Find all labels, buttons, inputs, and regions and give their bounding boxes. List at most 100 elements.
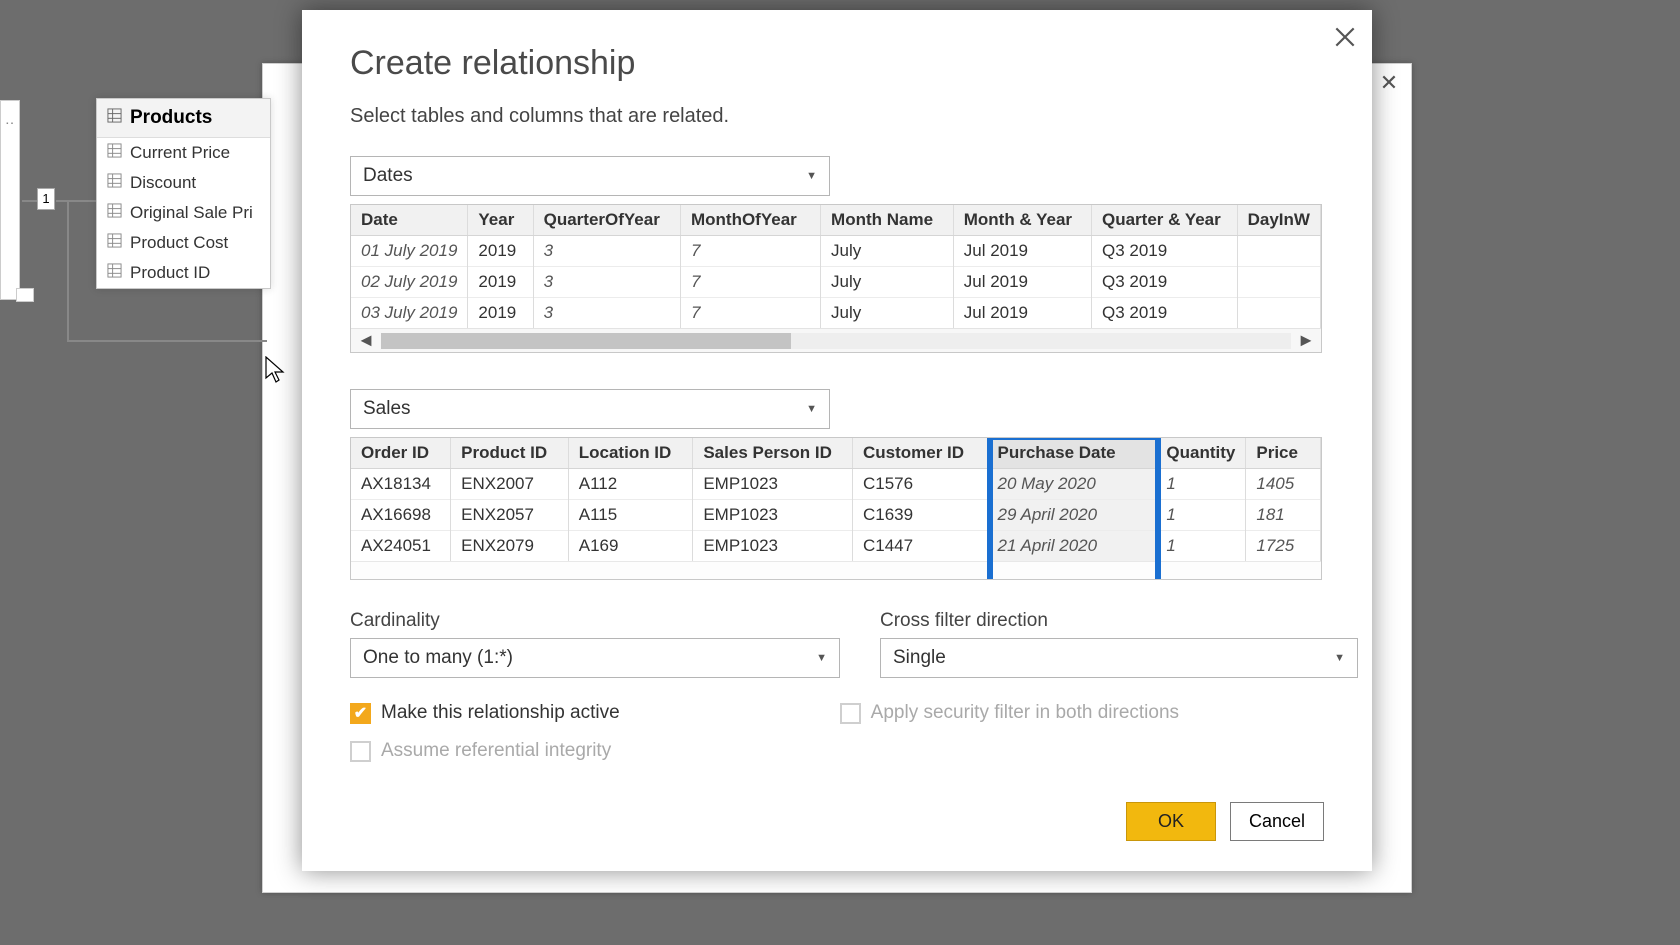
ok-button[interactable]: OK <box>1126 802 1216 841</box>
first-table-dropdown[interactable]: Dates ▼ <box>350 156 830 196</box>
dates-header[interactable]: Date <box>351 205 468 236</box>
field-row[interactable]: Product Cost <box>97 228 270 258</box>
sales-header-purchase-date[interactable]: Purchase Date <box>987 438 1156 469</box>
cell: 7 <box>680 298 820 329</box>
make-active-checkbox-row[interactable]: ✔ Make this relationship active <box>350 702 620 724</box>
products-table-card[interactable]: Products Current Price Discount Original… <box>96 98 271 289</box>
scroll-thumb[interactable] <box>381 333 791 349</box>
cell: 3 <box>533 236 680 267</box>
table-row[interactable]: AX18134 ENX2007 A112 EMP1023 C1576 20 Ma… <box>351 469 1321 500</box>
cell: Jul 2019 <box>953 298 1091 329</box>
cell <box>1237 298 1320 329</box>
checkbox-checked-icon[interactable]: ✔ <box>350 703 371 724</box>
chevron-down-icon: ▼ <box>816 652 827 664</box>
create-relationship-dialog: Create relationship Select tables and co… <box>302 10 1372 871</box>
cell: 2019 <box>468 298 533 329</box>
cancel-button[interactable]: Cancel <box>1230 802 1324 841</box>
cell: A115 <box>568 500 693 531</box>
cell: 2019 <box>468 267 533 298</box>
scroll-right-icon[interactable]: ► <box>1291 330 1321 351</box>
dialog-title: Create relationship <box>350 44 1324 83</box>
table-icon <box>107 107 122 129</box>
apply-security-checkbox-row: Apply security filter in both directions <box>840 702 1179 724</box>
cell: ENX2057 <box>451 500 569 531</box>
cell: 1 <box>1156 469 1246 500</box>
background-close-icon[interactable]: ✕ <box>1377 72 1401 96</box>
field-row[interactable]: Discount <box>97 168 270 198</box>
second-table-dropdown[interactable]: Sales ▼ <box>350 389 830 429</box>
scroll-track[interactable] <box>381 333 1291 349</box>
field-label: Product ID <box>130 263 210 283</box>
sales-header[interactable]: Price <box>1246 438 1321 469</box>
assume-referential-label: Assume referential integrity <box>381 740 611 762</box>
cell: 1 <box>1156 500 1246 531</box>
sales-header[interactable]: Quantity <box>1156 438 1246 469</box>
cell: Jul 2019 <box>953 236 1091 267</box>
sales-header[interactable]: Sales Person ID <box>693 438 853 469</box>
cell: 01 July 2019 <box>351 236 468 267</box>
table-row[interactable]: 01 July 2019 2019 3 7 July Jul 2019 Q3 2… <box>351 236 1321 267</box>
cell: EMP1023 <box>693 469 853 500</box>
first-table-value: Dates <box>363 165 413 187</box>
field-label: Discount <box>130 173 196 193</box>
cross-filter-label: Cross filter direction <box>880 610 1358 632</box>
dates-header[interactable]: MonthOfYear <box>680 205 820 236</box>
relationship-cardinality-one: 1 <box>37 188 55 210</box>
cell: Q3 2019 <box>1092 267 1238 298</box>
cell: ENX2079 <box>451 531 569 562</box>
dates-header[interactable]: Month & Year <box>953 205 1091 236</box>
field-row[interactable]: Original Sale Pri <box>97 198 270 228</box>
cell: Q3 2019 <box>1092 298 1238 329</box>
sales-header[interactable]: Product ID <box>451 438 569 469</box>
cell-purchase-date: 29 April 2020 <box>987 500 1156 531</box>
cell: AX16698 <box>351 500 451 531</box>
cross-filter-value: Single <box>893 647 946 669</box>
cardinality-label: Cardinality <box>350 610 840 632</box>
field-label: Original Sale Pri <box>130 203 253 223</box>
table-row[interactable]: AX24051 ENX2079 A169 EMP1023 C1447 21 Ap… <box>351 531 1321 562</box>
cell: A112 <box>568 469 693 500</box>
make-active-label: Make this relationship active <box>381 702 620 724</box>
cell: 03 July 2019 <box>351 298 468 329</box>
close-icon[interactable] <box>1332 24 1358 50</box>
cell: 1 <box>1156 531 1246 562</box>
cell: Q3 2019 <box>1092 236 1238 267</box>
table-row[interactable]: 02 July 2019 2019 3 7 July Jul 2019 Q3 2… <box>351 267 1321 298</box>
cardinality-dropdown[interactable]: One to many (1:*) ▼ <box>350 638 840 678</box>
dates-header[interactable]: Month Name <box>821 205 954 236</box>
cell: 7 <box>680 236 820 267</box>
sales-header[interactable]: Customer ID <box>852 438 987 469</box>
dates-header[interactable]: Year <box>468 205 533 236</box>
sales-header[interactable]: Location ID <box>568 438 693 469</box>
cell: 3 <box>533 267 680 298</box>
cell: EMP1023 <box>693 531 853 562</box>
dates-header[interactable]: DayInW <box>1237 205 1320 236</box>
sales-preview-grid: Order ID Product ID Location ID Sales Pe… <box>350 437 1322 580</box>
field-label: Current Price <box>130 143 230 163</box>
scroll-left-icon[interactable]: ◄ <box>351 330 381 351</box>
cell: 02 July 2019 <box>351 267 468 298</box>
second-table-value: Sales <box>363 398 411 420</box>
field-row[interactable]: Product ID <box>97 258 270 288</box>
field-row[interactable]: Current Price <box>97 138 270 168</box>
table-row[interactable]: AX16698 ENX2057 A115 EMP1023 C1639 29 Ap… <box>351 500 1321 531</box>
cell: 1405 <box>1246 469 1321 500</box>
assume-referential-checkbox-row: Assume referential integrity <box>350 740 620 762</box>
column-icon <box>107 263 122 283</box>
cell: ENX2007 <box>451 469 569 500</box>
checkbox-unchecked-icon <box>350 741 371 762</box>
cell: A169 <box>568 531 693 562</box>
column-icon <box>107 233 122 253</box>
chevron-down-icon: ▼ <box>806 403 817 415</box>
dates-header[interactable]: QuarterOfYear <box>533 205 680 236</box>
cell: C1639 <box>852 500 987 531</box>
table-row[interactable]: 03 July 2019 2019 3 7 July Jul 2019 Q3 2… <box>351 298 1321 329</box>
products-card-title: Products <box>130 107 212 129</box>
cell: July <box>821 267 954 298</box>
cross-filter-dropdown[interactable]: Single ▼ <box>880 638 1358 678</box>
cell: 1725 <box>1246 531 1321 562</box>
column-icon <box>107 173 122 193</box>
sales-header[interactable]: Order ID <box>351 438 451 469</box>
dates-header[interactable]: Quarter & Year <box>1092 205 1238 236</box>
horizontal-scrollbar[interactable]: ◄ ► <box>351 328 1321 352</box>
